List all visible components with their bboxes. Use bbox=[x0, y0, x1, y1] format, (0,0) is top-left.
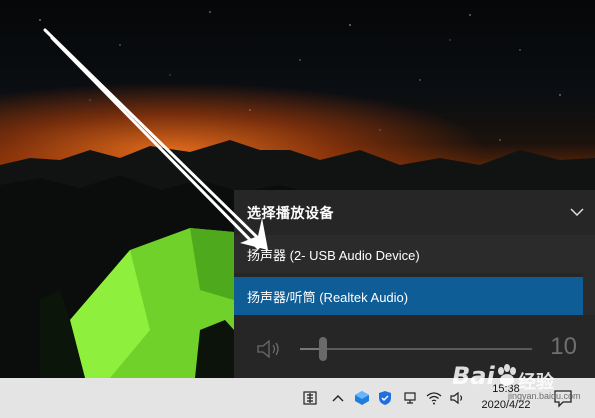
network-device-icon[interactable] bbox=[400, 388, 420, 408]
flyout-title: 选择播放设备 bbox=[247, 204, 334, 221]
flyout-header[interactable]: 选择播放设备 bbox=[234, 190, 595, 235]
speaker-icon[interactable] bbox=[254, 337, 284, 361]
input-method-icon[interactable] bbox=[300, 388, 320, 408]
device-list-scrollbar[interactable] bbox=[583, 235, 595, 315]
volume-slider[interactable] bbox=[300, 337, 532, 361]
paw-icon bbox=[498, 364, 516, 386]
watermark-brand: Bai bbox=[452, 362, 495, 390]
playback-device-flyout: 选择播放设备 扬声器 (2- USB Audio Device) 扬声器/听筒 … bbox=[234, 190, 595, 378]
device-label: 扬声器/听筒 (Realtek Audio) bbox=[247, 289, 409, 305]
collapse-button[interactable] bbox=[563, 198, 591, 226]
chevron-down-icon bbox=[570, 208, 584, 216]
cube-icon[interactable] bbox=[352, 388, 372, 408]
wifi-icon[interactable] bbox=[424, 388, 444, 408]
baidu-jingyan-watermark: Bai 经验 jingyan.baidu.com bbox=[452, 356, 592, 416]
device-label: 扬声器 (2- USB Audio Device) bbox=[247, 247, 420, 263]
chevron-up-icon[interactable] bbox=[328, 388, 348, 408]
watermark-url: jingyan.baidu.com bbox=[508, 391, 581, 401]
shield-icon[interactable] bbox=[375, 388, 395, 408]
volume-slider-thumb[interactable] bbox=[319, 337, 328, 361]
device-item-realtek-audio[interactable]: 扬声器/听筒 (Realtek Audio) bbox=[234, 277, 583, 315]
device-item-usb-audio[interactable]: 扬声器 (2- USB Audio Device) bbox=[234, 235, 583, 273]
